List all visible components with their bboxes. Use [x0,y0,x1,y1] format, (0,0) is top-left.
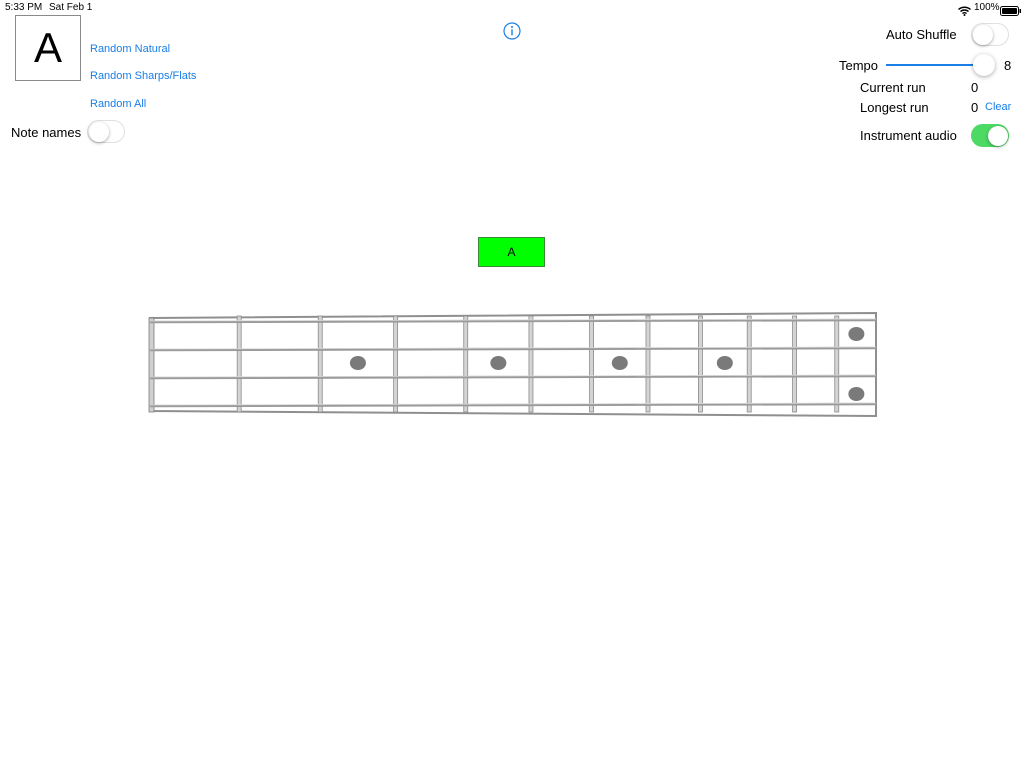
fretboard-body [149,311,877,418]
fret-marker-dot [716,356,733,370]
nut [148,317,155,413]
battery-icon [1000,3,1022,21]
fret-wire [792,315,797,413]
random-natural-link[interactable]: Random Natural [90,43,170,55]
battery-percent: 100% [974,2,1000,13]
fret-wire [236,315,242,413]
random-sharps-flats-link[interactable]: Random Sharps/Flats [90,70,196,82]
note-indicator: A [478,237,545,267]
fret-wire [317,315,323,413]
tempo-value: 8 [1004,58,1012,73]
tempo-label: Tempo [839,58,879,73]
instrument-audio-label: Instrument audio [860,128,957,143]
fret-wire [463,315,469,413]
tempo-slider-thumb[interactable] [973,54,995,76]
note-names-toggle[interactable] [87,120,125,143]
fret-wire [834,315,840,413]
fret-wire [746,315,752,413]
fret-wire [393,315,399,413]
info-icon[interactable] [503,22,521,45]
fret-marker-dot [349,356,366,370]
fret-marker-dot [848,387,865,401]
wifi-icon [958,3,971,21]
auto-shuffle-toggle[interactable] [971,23,1009,46]
fret-marker-dot [611,356,628,370]
random-all-link[interactable]: Random All [90,98,146,110]
fretboard[interactable] [146,310,880,420]
status-date: Sat Feb 1 [49,2,93,13]
tempo-slider-track[interactable] [886,64,984,66]
fret-wire [698,315,703,413]
fret-wire [528,315,534,413]
current-note-display: A [15,15,81,81]
current-run-value: 0 [971,80,979,95]
fret-marker-dot [490,356,507,370]
fret-wire [645,315,651,413]
auto-shuffle-label: Auto Shuffle [886,27,957,42]
longest-run-label: Longest run [860,100,929,115]
current-run-label: Current run [860,80,926,95]
instrument-audio-toggle[interactable] [971,124,1009,147]
fret-wire [589,315,594,413]
longest-run-value: 0 [971,100,979,115]
status-time: 5:33 PM [5,2,43,13]
clear-button[interactable]: Clear [985,101,1011,113]
fret-marker-dot [848,327,865,341]
note-names-label: Note names [11,125,82,140]
